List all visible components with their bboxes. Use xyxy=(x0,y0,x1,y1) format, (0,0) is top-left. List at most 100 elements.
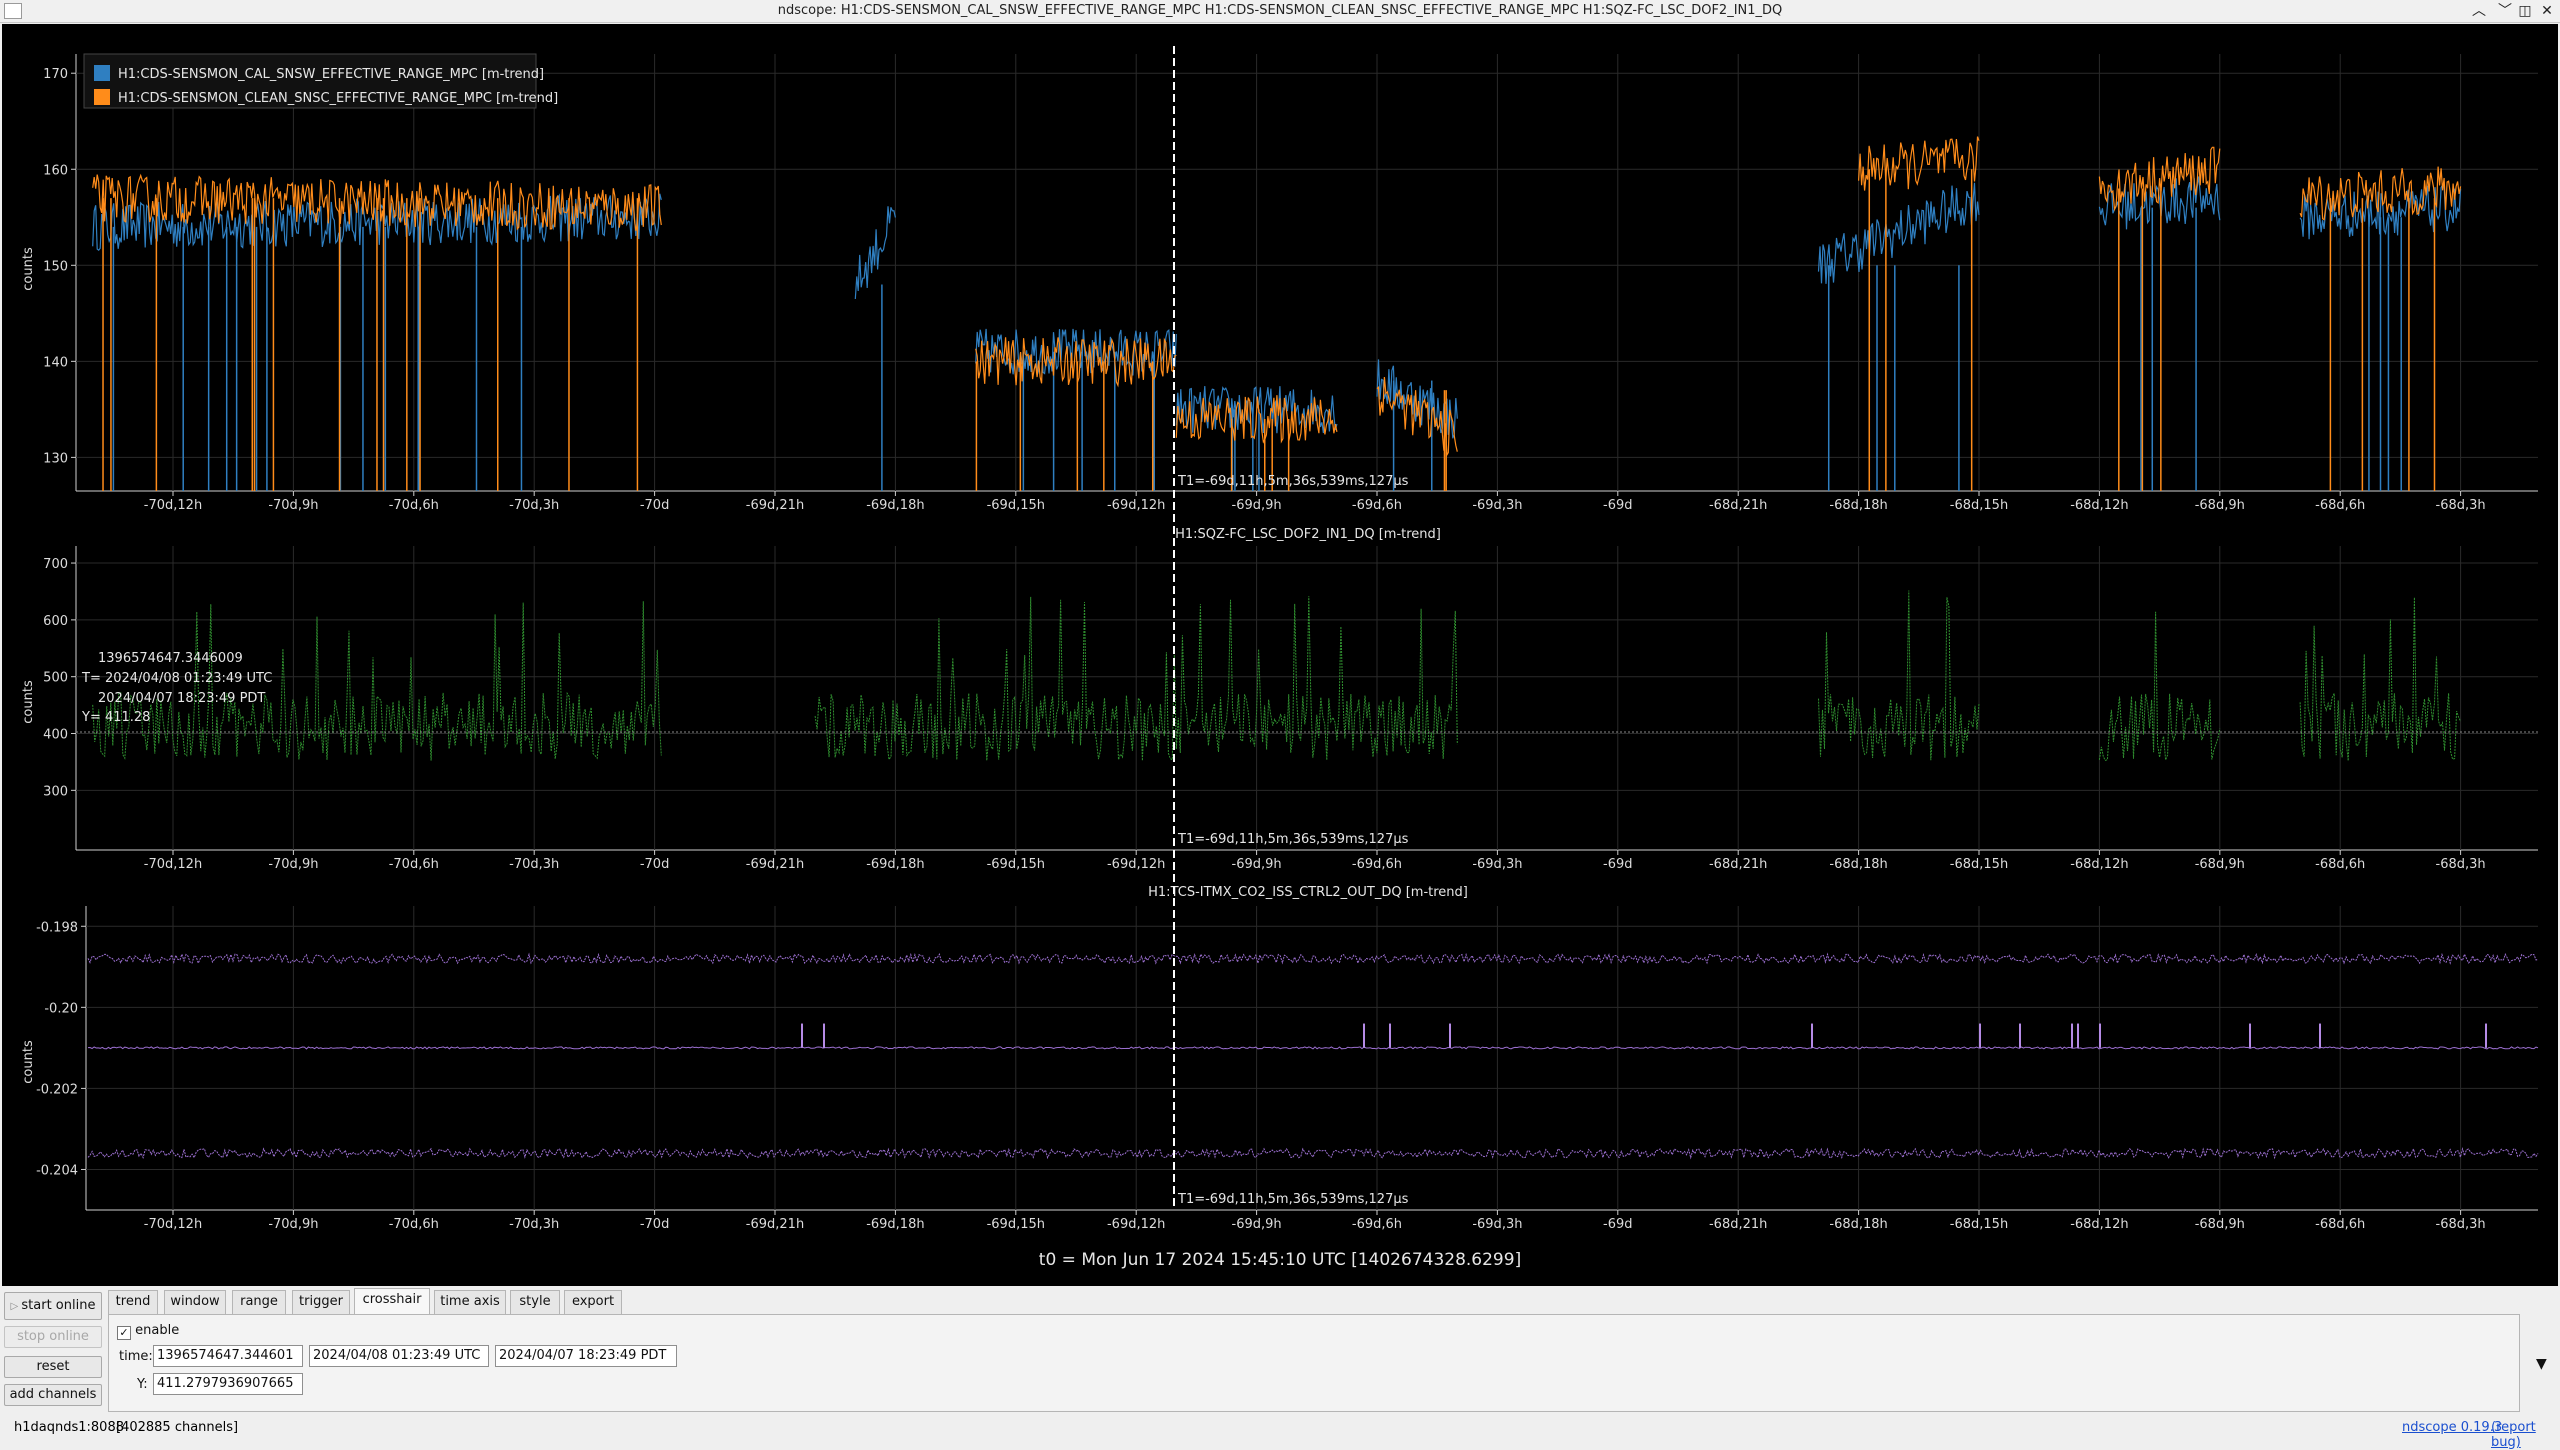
x-tick-label: -69d,12h xyxy=(1107,1217,1165,1232)
x-tick-label: -68d,21h xyxy=(1709,498,1767,513)
x-tick-label: -68d,12h xyxy=(2070,857,2128,872)
x-tick-label: -69d,9h xyxy=(1232,1217,1282,1232)
x-tick-label: -68d,15h xyxy=(1950,498,2008,513)
cursor-y-readout: Y= 411.28 xyxy=(81,710,150,725)
y-tick-label: 400 xyxy=(43,728,68,743)
sqz-trace xyxy=(1175,596,1458,761)
plot-area[interactable]: -70d,12h -70d,9h -70d,6h -70d,3h -70d -69d,21… xyxy=(2,24,2558,1286)
reset-label: reset xyxy=(36,1359,70,1374)
enable-label: enable xyxy=(135,1323,180,1338)
tab-time-axis[interactable]: time axis xyxy=(434,1290,506,1314)
channel-count: [402885 channels] xyxy=(116,1420,239,1435)
window-title: ndscope: H1:CDS-SENSMON_CAL_SNSW_EFFECTI… xyxy=(777,3,1783,18)
time-gps-input[interactable]: 1396574647.344601 xyxy=(153,1345,303,1367)
x-tick-label: -68d,3h xyxy=(2436,1217,2486,1232)
y-tick-label: -0.202 xyxy=(36,1082,78,1097)
crosshair-panel: ✓ enable time: 1396574647.344601 2024/04… xyxy=(108,1314,2520,1412)
x-tick-label: -68d,6h xyxy=(2315,498,2365,513)
tab-crosshair[interactable]: crosshair xyxy=(354,1288,430,1314)
x-tick-label: -68d,12h xyxy=(2070,498,2128,513)
plot-1-ylabel: counts xyxy=(21,247,36,291)
x-tick-label: -69d,3h xyxy=(1472,857,1522,872)
x-tick-label: -69d,15h xyxy=(987,857,1045,872)
x-tick-label: -69d,21h xyxy=(746,498,804,513)
play-icon: ▷ xyxy=(10,1301,22,1312)
x-tick-label: -69d,18h xyxy=(866,1217,924,1232)
version-link[interactable]: ndscope 0.19.3 xyxy=(2402,1420,2502,1435)
x-tick-label: -70d,9h xyxy=(268,498,318,513)
x-tick-label: -69d xyxy=(1603,857,1633,872)
x-tick-label: -68d,9h xyxy=(2195,498,2245,513)
plot-2-sqz[interactable]: H1:SQZ-FC_LSC_DOF2_IN1_DQ [m-trend] -70d… xyxy=(21,527,2538,872)
tab-range[interactable]: range xyxy=(232,1290,286,1314)
sqz-trace xyxy=(1818,590,1980,761)
tab-style[interactable]: style xyxy=(510,1290,560,1314)
x-tick-label: -69d,21h xyxy=(746,1217,804,1232)
t0-label: t0 = Mon Jun 17 2024 15:45:10 UTC [14026… xyxy=(1038,1250,1522,1270)
tcs-mean-trace xyxy=(87,1046,2539,1050)
report-bug-link[interactable]: (report bug) xyxy=(2491,1420,2560,1450)
tab-export[interactable]: export xyxy=(564,1290,622,1314)
tab-trigger[interactable]: trigger xyxy=(292,1290,350,1314)
x-tick-label: -68d,12h xyxy=(2070,1217,2128,1232)
enable-checkbox[interactable]: ✓ enable xyxy=(117,1323,179,1340)
legend-series-1: H1:CDS-SENSMON_CAL_SNSW_EFFECTIVE_RANGE_… xyxy=(118,67,544,82)
y-tick-label: 500 xyxy=(43,671,68,686)
x-tick-label: -69d,9h xyxy=(1232,857,1282,872)
x-tick-label: -70d,9h xyxy=(268,1217,318,1232)
plot-1-range[interactable]: -70d,12h -70d,9h -70d,6h -70d,3h -70d -69d,21… xyxy=(21,53,2538,513)
tab-window[interactable]: window xyxy=(164,1290,226,1314)
cal-range-trace xyxy=(854,206,896,300)
x-tick-label: -68d,18h xyxy=(1829,857,1887,872)
x-tick-label: -70d,6h xyxy=(389,498,439,513)
add-channels-button[interactable]: add channels xyxy=(4,1384,102,1406)
stop-online-button[interactable]: stop online xyxy=(4,1326,102,1348)
y-value-input[interactable]: 411.2797936907665 xyxy=(153,1373,303,1395)
maximize-icon[interactable]: ﹀ xyxy=(2494,1,2516,21)
legend-swatch-orange xyxy=(94,89,110,105)
plot-3-crosshair-label: T1=-69d,11h,5m,36s,539ms,127µs xyxy=(1177,1192,1409,1207)
title-bar: ndscope: H1:CDS-SENSMON_CAL_SNSW_EFFECTI… xyxy=(0,0,2560,23)
x-tick-label: -68d,15h xyxy=(1950,857,2008,872)
x-tick-label: -70d xyxy=(640,1217,670,1232)
reset-button[interactable]: reset xyxy=(4,1356,102,1378)
x-tick-label: -70d,12h xyxy=(144,857,202,872)
x-tick-label: -70d xyxy=(640,857,670,872)
plot-1-crosshair-label: T1=-69d,11h,5m,36s,539ms,127µs xyxy=(1177,474,1409,489)
x-tick-label: -70d,3h xyxy=(509,857,559,872)
restore-icon[interactable]: ◫ xyxy=(2514,1,2536,21)
x-tick-label: -68d,6h xyxy=(2315,857,2365,872)
expand-panel-icon[interactable]: ▼ xyxy=(2536,1356,2547,1372)
x-tick-label: -69d,6h xyxy=(1352,498,1402,513)
plot-3-tcs[interactable]: H1:TCS-ITMX_CO2_ISS_CTRL2_OUT_DQ [m-tren… xyxy=(21,885,2539,1232)
x-tick-label: -69d,6h xyxy=(1352,1217,1402,1232)
start-online-button[interactable]: ▷ start online xyxy=(4,1292,102,1320)
time-pdt-input[interactable]: 2024/04/07 18:23:49 PDT xyxy=(495,1345,677,1367)
plot-1-legend[interactable]: H1:CDS-SENSMON_CAL_SNSW_EFFECTIVE_RANGE_… xyxy=(83,53,558,109)
cal-range-trace xyxy=(1817,182,1980,284)
tab-trend[interactable]: trend xyxy=(108,1290,158,1314)
x-tick-label: -70d,9h xyxy=(268,857,318,872)
x-tick-label: -70d,12h xyxy=(144,498,202,513)
x-tick-label: -70d,12h xyxy=(144,1217,202,1232)
plots-canvas[interactable]: -70d,12h -70d,9h -70d,6h -70d,3h -70d -69d,21… xyxy=(2,24,2558,1286)
clean-range-trace xyxy=(1376,376,1458,457)
start-online-label: start online xyxy=(21,1298,96,1313)
x-tick-label: -69d,12h xyxy=(1107,498,1165,513)
minimize-icon[interactable]: ︿ xyxy=(2468,1,2490,21)
x-tick-label: -69d xyxy=(1603,1217,1633,1232)
y-tick-label: 600 xyxy=(43,614,68,629)
x-tick-label: -68d,18h xyxy=(1829,1217,1887,1232)
x-tick-label: -69d xyxy=(1603,498,1633,513)
tcs-max-trace xyxy=(87,952,2539,966)
y-tick-label: -0.20 xyxy=(44,1001,78,1016)
close-icon[interactable]: ✕ xyxy=(2536,1,2558,21)
time-utc-input[interactable]: 2024/04/08 01:23:49 UTC xyxy=(309,1345,489,1367)
sqz-trace xyxy=(2098,611,2221,762)
legend-series-2: H1:CDS-SENSMON_CLEAN_SNSC_EFFECTIVE_RANG… xyxy=(118,91,558,106)
plot-2-title: H1:SQZ-FC_LSC_DOF2_IN1_DQ [m-trend] xyxy=(1175,527,1441,542)
x-tick-label: -68d,21h xyxy=(1709,857,1767,872)
x-tick-label: -69d,21h xyxy=(746,857,804,872)
x-tick-label: -69d,15h xyxy=(987,1217,1045,1232)
x-tick-label: -69d,12h xyxy=(1107,857,1165,872)
